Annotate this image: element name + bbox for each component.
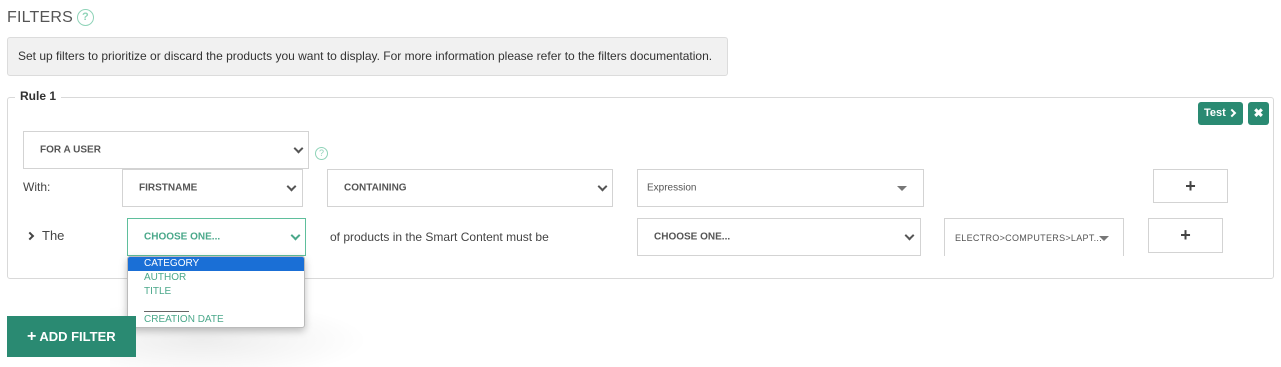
dropdown-option-author[interactable]: AUTHOR bbox=[128, 271, 304, 285]
smart-content-text: of products in the Smart Content must be bbox=[330, 230, 549, 244]
constraint-select[interactable]: CHOOSE ONE... bbox=[637, 218, 921, 256]
category-select-value: ELECTRO>COMPUTERS>LAPT... bbox=[955, 232, 1103, 243]
chevron-right-icon bbox=[25, 231, 35, 241]
page-title: FILTERS? bbox=[7, 9, 95, 27]
dropdown-option-title[interactable]: TITLE bbox=[128, 285, 304, 299]
dropdown-option-creation-date[interactable]: CREATION DATE bbox=[128, 313, 304, 327]
user-type-select[interactable]: FOR A USER bbox=[23, 131, 309, 169]
add-condition-button[interactable]: + bbox=[1153, 169, 1228, 203]
with-label: With: bbox=[23, 180, 51, 194]
operator-select-value: CONTAINING bbox=[344, 182, 407, 194]
add-filter-button[interactable]: + ADD FILTER bbox=[7, 316, 136, 357]
add-product-condition-button[interactable]: + bbox=[1148, 218, 1223, 253]
expression-select[interactable]: Expression bbox=[637, 169, 924, 207]
rule-legend: Rule 1 bbox=[15, 89, 62, 103]
dropdown-option-category[interactable]: CATEGORY bbox=[128, 257, 304, 271]
field-dropdown-list: CATEGORY AUTHOR TITLE CREATION DATE bbox=[127, 256, 305, 328]
chevron-down-icon bbox=[904, 230, 915, 241]
add-filter-label: ADD FILTER bbox=[39, 329, 116, 344]
close-icon: ✖ bbox=[1253, 106, 1264, 120]
chevron-down-icon bbox=[290, 230, 301, 241]
user-type-select-value: FOR A USER bbox=[40, 144, 101, 156]
caret-down-icon bbox=[1099, 236, 1109, 241]
category-select[interactable]: ELECTRO>COMPUTERS>LAPT... bbox=[944, 218, 1124, 256]
plus-icon: + bbox=[27, 328, 37, 345]
attribute-select[interactable]: FIRSTNAME bbox=[122, 169, 303, 207]
expression-select-value: Expression bbox=[647, 182, 697, 194]
field-select[interactable]: CHOOSE ONE... bbox=[127, 218, 306, 256]
delete-rule-button[interactable]: ✖ bbox=[1248, 102, 1269, 125]
info-box: Set up filters to prioritize or discard … bbox=[7, 37, 728, 76]
dropdown-separator bbox=[128, 299, 304, 314]
operator-select[interactable]: CONTAINING bbox=[327, 169, 613, 207]
row-label[interactable]: The bbox=[25, 228, 65, 243]
help-icon[interactable]: ? bbox=[77, 9, 95, 26]
chevron-down-icon bbox=[286, 181, 297, 192]
test-button[interactable]: Test bbox=[1198, 102, 1243, 125]
attribute-select-value: FIRSTNAME bbox=[139, 182, 198, 194]
chevron-right-icon bbox=[1227, 108, 1237, 118]
chevron-down-icon bbox=[293, 143, 304, 154]
test-button-label: Test bbox=[1204, 107, 1226, 119]
caret-down-icon bbox=[897, 186, 907, 191]
the-label: The bbox=[42, 228, 65, 243]
page-title-text: FILTERS bbox=[7, 9, 74, 26]
field-select-value: CHOOSE ONE... bbox=[144, 231, 221, 243]
constraint-select-value: CHOOSE ONE... bbox=[654, 231, 731, 243]
help-icon[interactable]: ? bbox=[315, 147, 328, 160]
chevron-down-icon bbox=[597, 181, 608, 192]
